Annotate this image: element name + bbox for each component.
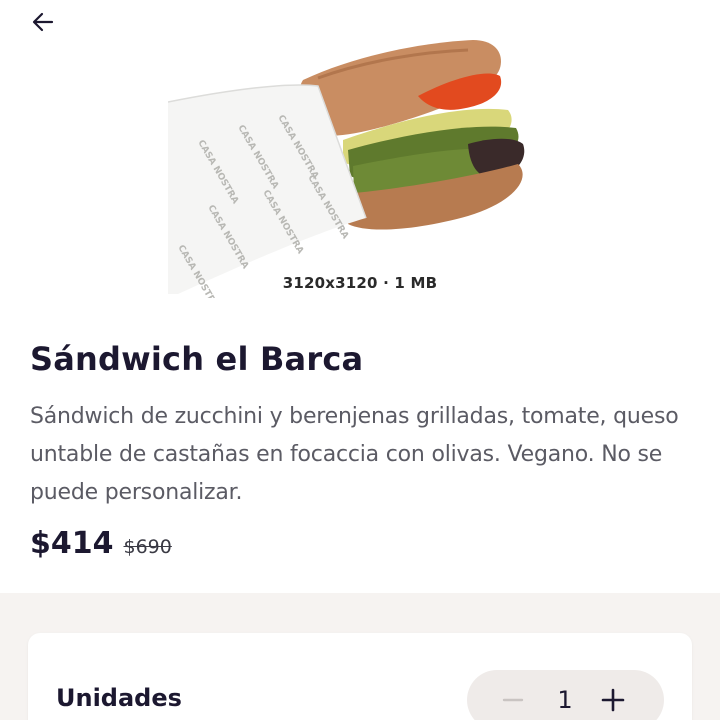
units-label: Unidades	[56, 684, 182, 712]
product-title: Sándwich el Barca	[30, 340, 364, 378]
plus-icon[interactable]	[597, 684, 629, 716]
image-caption: 3120x3120 · 1 MB	[282, 274, 438, 292]
product-description: Sándwich de zucchini y berenjenas grilla…	[30, 404, 679, 505]
product-image: CASA NOSTRA CASA NOSTRA CASA NOSTRA CASA…	[168, 32, 552, 298]
quantity-value: 1	[557, 686, 573, 714]
arrow-left-icon	[30, 9, 56, 40]
sandwich-illustration: CASA NOSTRA CASA NOSTRA CASA NOSTRA CASA…	[168, 40, 525, 298]
back-button[interactable]	[30, 8, 70, 40]
original-price: $690	[123, 536, 172, 558]
quantity-stepper: 1	[467, 670, 664, 720]
current-price: $414	[30, 526, 114, 561]
minus-icon[interactable]	[497, 684, 529, 716]
price-row: $414 $690	[30, 526, 172, 561]
